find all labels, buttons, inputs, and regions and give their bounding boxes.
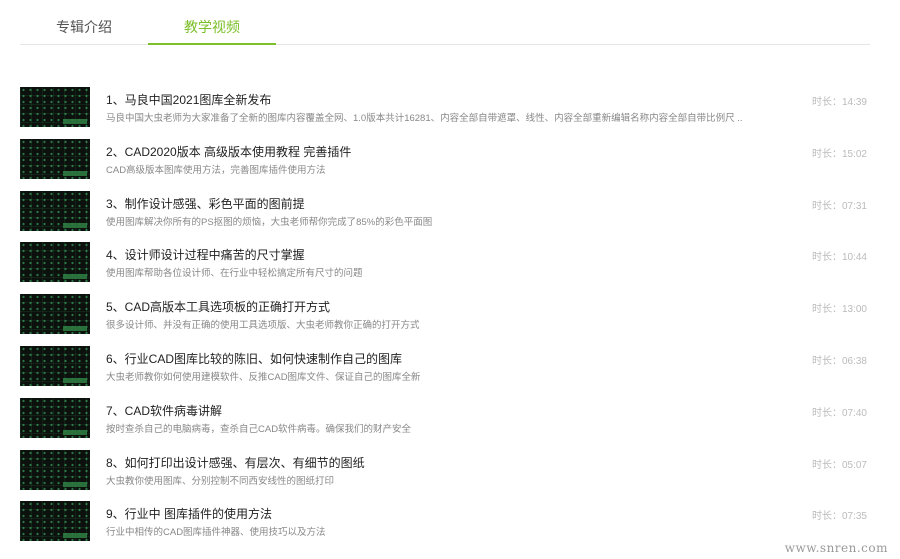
video-duration: 时长：07:35 <box>812 507 867 522</box>
duration-prefix: 时长： <box>811 148 842 160</box>
video-item[interactable]: 9、行业中 图库插件的使用方法 行业中相传的CAD图库插件神器、使用技巧以及方法… <box>20 499 870 551</box>
tab-album-intro[interactable]: 专辑介绍 <box>20 0 148 44</box>
video-thumbnail[interactable] <box>20 242 90 283</box>
video-description: 行业中相传的CAD图库插件神器、使用技巧以及方法 <box>106 527 326 539</box>
video-item[interactable]: 8、如何打印出设计感强、有层次、有细节的图纸 大虫教你使用图库、分别控制不同西安… <box>20 448 870 500</box>
site-watermark: www.snren.com <box>784 541 888 555</box>
video-thumbnail[interactable] <box>20 397 90 438</box>
video-description: 很多设计师、并没有正确的使用工具选项版、大虫老师教你正确的打开方式 <box>106 320 420 332</box>
video-item[interactable]: 3、制作设计感强、彩色平面的图前提 使用图库解决你所有的PS抠图的烦恼，大虫老师… <box>20 189 870 241</box>
duration-prefix: 时长： <box>811 459 842 471</box>
video-list: 1、马良中国2021图库全新发布 马良中国大虫老师为大家准备了全新的图库内容覆盖… <box>20 85 870 551</box>
video-duration: 时长：07:31 <box>812 197 867 212</box>
duration-value: 05:07 <box>841 459 867 471</box>
duration-value: 06:38 <box>841 355 867 367</box>
video-item[interactable]: 5、CAD高版本工具选项板的正确打开方式 很多设计师、并没有正确的使用工具选项版… <box>20 292 870 344</box>
video-item[interactable]: 6、行业CAD图库比较的陈旧、如何快速制作自己的图库 大虫老师教你如何使用建模软… <box>20 344 870 396</box>
video-title[interactable]: 3、制作设计感强、彩色平面的图前提 <box>106 195 305 212</box>
video-thumbnail[interactable] <box>20 501 90 542</box>
video-thumbnail[interactable] <box>20 190 90 231</box>
video-title[interactable]: 4、设计师设计过程中痛苦的尺寸掌握 <box>106 246 305 263</box>
duration-value: 07:35 <box>841 511 867 523</box>
video-thumbnail[interactable] <box>20 87 90 127</box>
video-title[interactable]: 5、CAD高版本工具选项板的正确打开方式 <box>106 298 330 315</box>
video-duration: 时长：14:39 <box>812 93 867 108</box>
video-duration: 时长：05:07 <box>812 456 867 471</box>
video-description: 使用图库解决你所有的PS抠图的烦恼，大虫老师帮你完成了85%的彩色平面图 <box>106 216 433 228</box>
duration-prefix: 时长： <box>811 407 842 419</box>
video-title[interactable]: 2、CAD2020版本 高级版本使用教程 完善插件 <box>106 143 351 160</box>
duration-prefix: 时长： <box>811 200 842 212</box>
duration-prefix: 时长： <box>811 511 842 523</box>
video-item[interactable]: 4、设计师设计过程中痛苦的尺寸掌握 使用图库帮助各位设计师、在行业中轻松搞定所有… <box>20 240 870 292</box>
video-duration: 时长：13:00 <box>812 300 867 315</box>
video-description: CAD高级版本图库使用方法，完善图库插件使用方法 <box>106 164 326 176</box>
video-thumbnail[interactable] <box>20 345 90 386</box>
video-thumbnail[interactable] <box>20 294 90 335</box>
video-description: 大虫老师教你如何使用建模软件、反推CAD图库文件、保证自己的图库全新 <box>106 371 421 383</box>
video-duration: 时长：15:02 <box>812 145 867 160</box>
video-item[interactable]: 2、CAD2020版本 高级版本使用教程 完善插件 CAD高级版本图库使用方法，… <box>20 137 870 189</box>
duration-value: 13:00 <box>841 304 867 316</box>
video-duration: 时长：10:44 <box>812 248 867 263</box>
video-thumbnail[interactable] <box>20 138 90 179</box>
video-title[interactable]: 6、行业CAD图库比较的陈旧、如何快速制作自己的图库 <box>106 350 402 367</box>
video-item[interactable]: 7、CAD软件病毒讲解 按时查杀自己的电脑病毒，查杀自己CAD软件病毒。确保我们… <box>20 396 870 448</box>
duration-value: 14:39 <box>841 97 867 108</box>
tab-bar: 专辑介绍 教学视频 <box>20 0 870 45</box>
duration-prefix: 时长： <box>811 304 842 316</box>
duration-value: 10:44 <box>841 252 867 264</box>
duration-prefix: 时长： <box>811 355 842 367</box>
duration-prefix: 时长： <box>811 252 842 264</box>
duration-value: 07:31 <box>841 200 867 212</box>
video-title[interactable]: 7、CAD软件病毒讲解 <box>106 402 222 419</box>
video-title[interactable]: 9、行业中 图库插件的使用方法 <box>106 505 272 522</box>
video-duration: 时长：07:40 <box>812 404 867 419</box>
video-description: 使用图库帮助各位设计师、在行业中轻松搞定所有尺寸的问题 <box>106 268 363 280</box>
duration-value: 15:02 <box>841 148 867 160</box>
duration-prefix: 时长： <box>811 97 842 108</box>
duration-value: 07:40 <box>841 407 867 419</box>
video-title[interactable]: 1、马良中国2021图库全新发布 <box>106 91 271 108</box>
video-description: 按时查杀自己的电脑病毒，查杀自己CAD软件病毒。确保我们的财产安全 <box>106 423 412 435</box>
video-description: 马良中国大虫老师为大家准备了全新的图库内容覆盖全网、1.0版本共计16281、内… <box>106 113 743 124</box>
video-title[interactable]: 8、如何打印出设计感强、有层次、有细节的图纸 <box>106 454 365 471</box>
video-description: 大虫教你使用图库、分别控制不同西安线性的图纸打印 <box>106 475 335 487</box>
video-item[interactable]: 1、马良中国2021图库全新发布 马良中国大虫老师为大家准备了全新的图库内容覆盖… <box>20 85 870 137</box>
tab-teaching-videos[interactable]: 教学视频 <box>148 0 276 45</box>
video-thumbnail[interactable] <box>20 449 90 490</box>
video-duration: 时长：06:38 <box>812 352 867 367</box>
